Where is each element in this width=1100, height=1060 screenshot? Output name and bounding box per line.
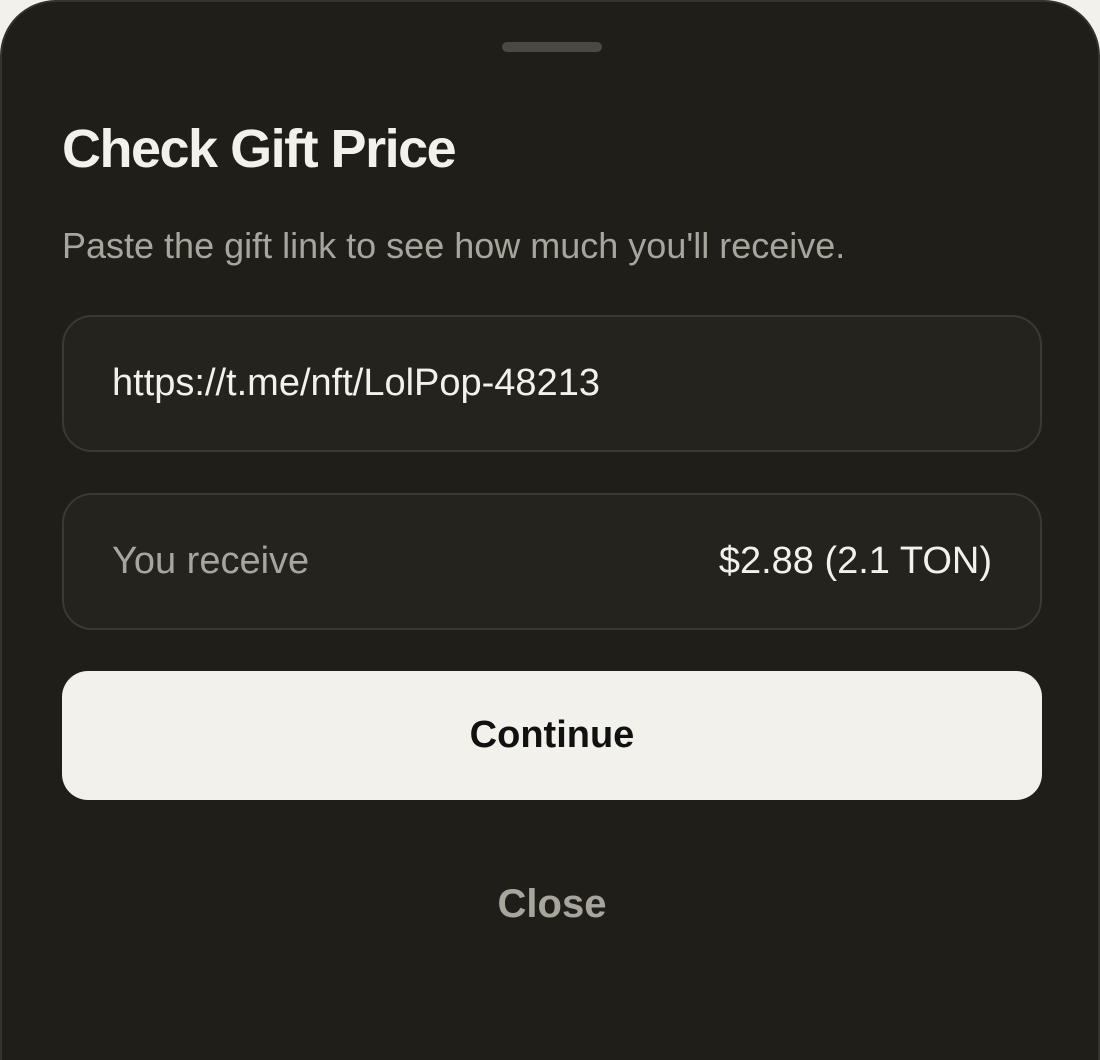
gift-link-input[interactable] <box>112 362 992 405</box>
sheet-subtitle: Paste the gift link to see how much you'… <box>62 225 846 266</box>
sheet-title: Check Gift Price <box>62 119 457 179</box>
close-button[interactable]: Close <box>402 864 702 944</box>
receive-amount: $2.88 (2.1 TON) <box>718 540 992 582</box>
gift-link-field[interactable] <box>62 315 1042 452</box>
bottom-sheet: Check Gift Price Paste the gift link to … <box>0 0 1100 1060</box>
sheet-grab-handle[interactable] <box>502 42 602 52</box>
receive-label: You receive <box>112 540 310 582</box>
continue-button[interactable]: Continue <box>62 671 1042 800</box>
receive-summary: You receive $2.88 (2.1 TON) <box>62 493 1042 630</box>
